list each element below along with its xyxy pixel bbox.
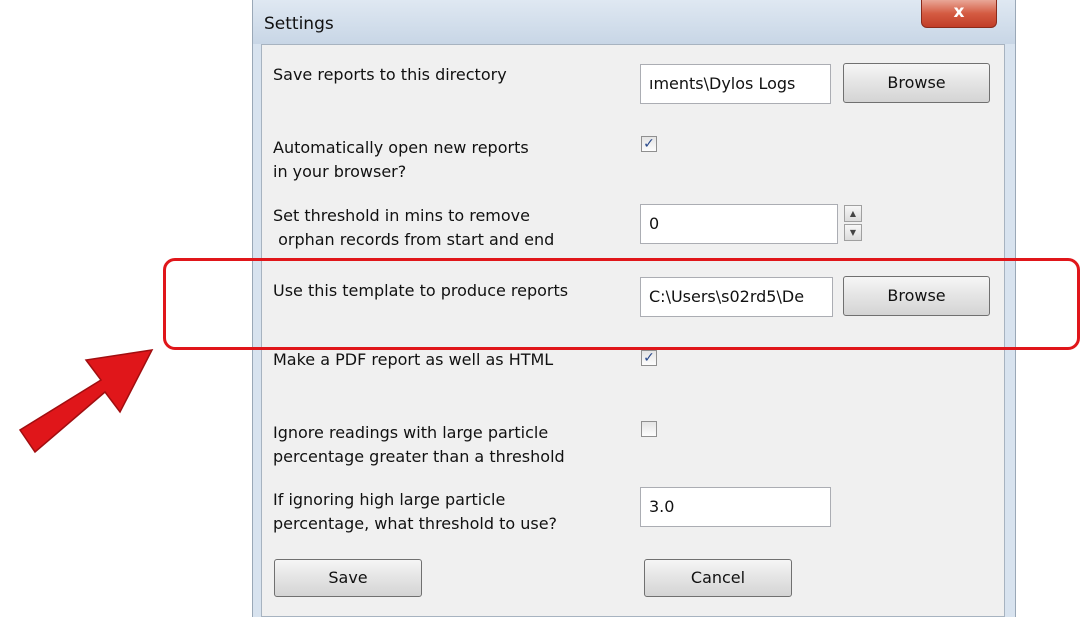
arrow-icon <box>18 349 154 454</box>
